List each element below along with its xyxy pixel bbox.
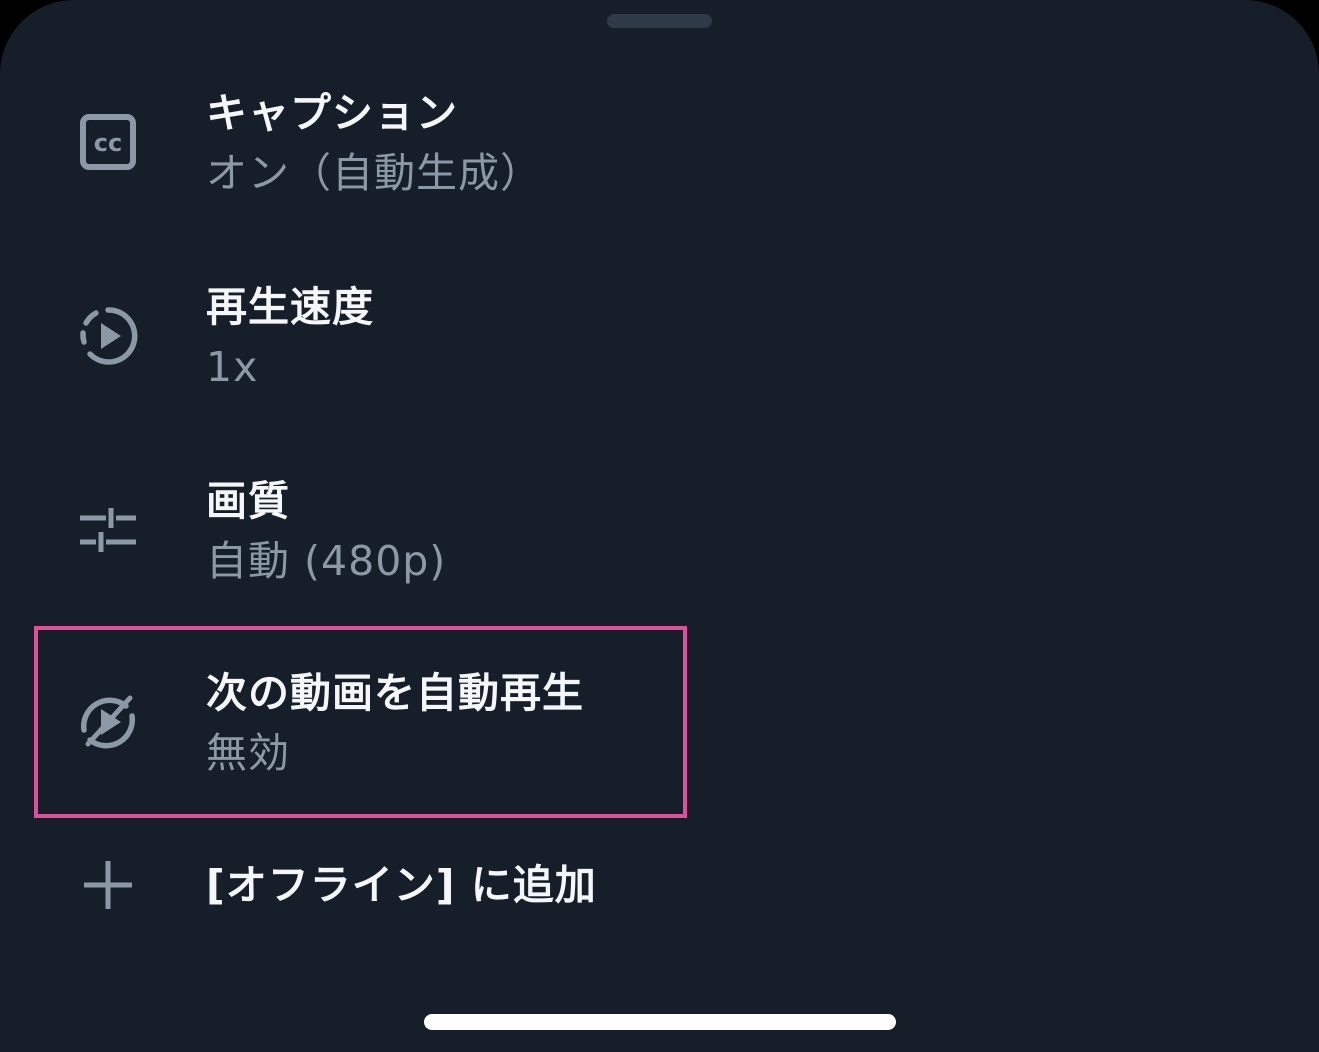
sliders-icon bbox=[80, 508, 136, 552]
closed-captions-icon: cc bbox=[80, 114, 136, 170]
playback-speed-icon bbox=[80, 307, 138, 365]
add-offline-title: [オフライン] に追加 bbox=[206, 861, 597, 909]
autoplay-off-icon bbox=[80, 695, 136, 749]
menu-item-autoplay[interactable]: 次の動画を自動再生 無効 bbox=[0, 660, 1319, 790]
bottom-sheet: cc キャプション オン（自動生成） 再生速度 1x 画質 自動 (480p) bbox=[0, 0, 1319, 1052]
playback-speed-value: 1x bbox=[206, 343, 259, 391]
svg-text:cc: cc bbox=[94, 129, 122, 157]
captions-status: オン（自動生成） bbox=[206, 149, 542, 197]
quality-value: 自動 (480p) bbox=[206, 537, 447, 585]
autoplay-status: 無効 bbox=[206, 729, 290, 777]
home-indicator[interactable] bbox=[424, 1014, 896, 1030]
autoplay-title: 次の動画を自動再生 bbox=[206, 669, 584, 717]
captions-title: キャプション bbox=[206, 89, 458, 137]
playback-speed-title: 再生速度 bbox=[206, 283, 374, 331]
quality-title: 画質 bbox=[206, 477, 290, 525]
menu-item-quality[interactable]: 画質 自動 (480p) bbox=[0, 468, 1319, 598]
menu-item-playback-speed[interactable]: 再生速度 1x bbox=[0, 274, 1319, 404]
menu-item-captions[interactable]: cc キャプション オン（自動生成） bbox=[0, 80, 1319, 210]
menu-item-add-offline[interactable]: [オフライン] に追加 bbox=[0, 850, 1319, 930]
sheet-grabber-handle[interactable] bbox=[607, 14, 712, 28]
plus-icon bbox=[84, 861, 132, 909]
